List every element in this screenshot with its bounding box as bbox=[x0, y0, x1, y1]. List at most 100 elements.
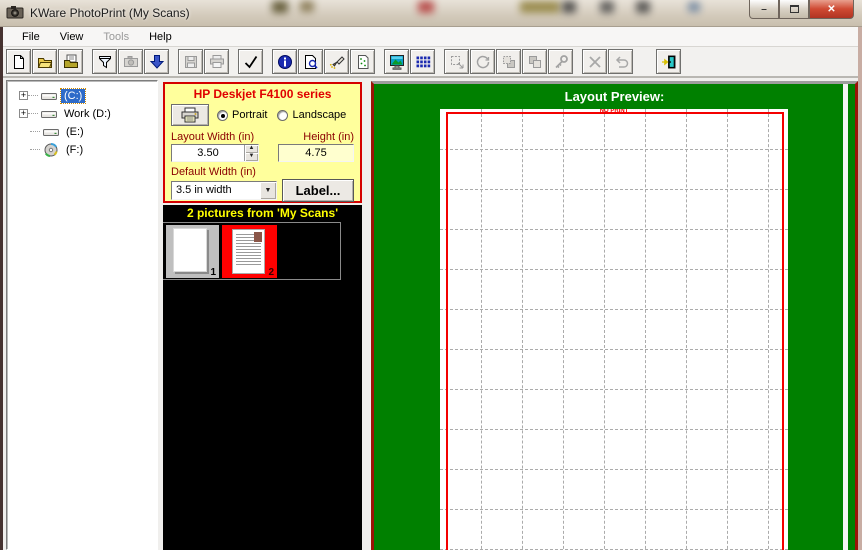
menu-item-file[interactable]: File bbox=[13, 29, 49, 45]
open-folder-icon bbox=[37, 54, 53, 70]
tree-item-f[interactable]: (F:) bbox=[7, 141, 157, 158]
tree-item-e[interactable]: (E:) bbox=[7, 123, 157, 140]
middle-column: HP Deskjet F4100 series Portrait Landsca… bbox=[163, 82, 362, 550]
preview-page-button[interactable] bbox=[298, 49, 323, 74]
maximize-button[interactable] bbox=[779, 0, 809, 19]
acquire-arrow-button[interactable] bbox=[144, 49, 169, 74]
app-camera-icon bbox=[6, 4, 24, 20]
background-window-fragment bbox=[520, 1, 560, 13]
layout-preview-panel: Layout Preview: NO PRINT bbox=[371, 81, 858, 550]
toolbar-group bbox=[272, 49, 376, 74]
printer-name: HP Deskjet F4100 series bbox=[193, 87, 332, 101]
expander-plus-icon[interactable]: + bbox=[19, 109, 28, 118]
height-label: Height (in) bbox=[303, 131, 354, 143]
thumbnail-number: 2 bbox=[268, 267, 274, 278]
toolbar bbox=[3, 47, 858, 78]
document-thumb bbox=[232, 229, 265, 274]
stepper-buttons: ▲ ▼ bbox=[244, 145, 258, 161]
printer-settings-panel: HP Deskjet F4100 series Portrait Landsca… bbox=[163, 82, 362, 203]
portrait-radio[interactable]: Portrait bbox=[217, 109, 267, 121]
monitor-button[interactable] bbox=[384, 49, 409, 74]
thumbnail-grid-icon bbox=[415, 54, 431, 70]
label-button[interactable]: Label... bbox=[282, 179, 354, 202]
send-backward-button[interactable] bbox=[522, 49, 547, 74]
resize-button[interactable] bbox=[444, 49, 469, 74]
cd-drive-icon bbox=[42, 142, 60, 157]
drive-icon bbox=[40, 89, 58, 103]
tree-connector bbox=[28, 95, 38, 96]
rotate-icon bbox=[475, 54, 491, 70]
toolbar-group bbox=[238, 49, 264, 74]
thumbnail-2-selected[interactable]: 2 bbox=[222, 225, 277, 278]
exit-door-button[interactable] bbox=[656, 49, 681, 74]
undo-button[interactable] bbox=[608, 49, 633, 74]
info-button[interactable] bbox=[272, 49, 297, 74]
print-button[interactable] bbox=[171, 104, 209, 126]
preview-page[interactable]: NO PRINT bbox=[440, 109, 788, 550]
default-width-label: Default Width (in) bbox=[171, 166, 256, 178]
checkmark-button[interactable] bbox=[238, 49, 263, 74]
tree-item-label[interactable]: (E:) bbox=[63, 125, 87, 139]
toolbar-group bbox=[656, 49, 682, 74]
new-file-icon bbox=[11, 54, 27, 70]
layout-width-stepper[interactable]: 3.50 ▲ ▼ bbox=[171, 144, 259, 162]
background-window-fragment bbox=[562, 1, 576, 13]
close-button[interactable]: ✕ bbox=[809, 0, 854, 19]
info-icon bbox=[277, 54, 293, 70]
key-button[interactable] bbox=[548, 49, 573, 74]
height-value-field: 4.75 bbox=[278, 144, 354, 162]
stepper-up-icon[interactable]: ▲ bbox=[245, 145, 258, 153]
tree-connector bbox=[30, 149, 40, 150]
delete-x-button[interactable] bbox=[582, 49, 607, 74]
thumbnail-strip: 1 2 bbox=[163, 222, 341, 280]
tree-item-label[interactable]: (C:) bbox=[59, 87, 87, 104]
exit-door-icon bbox=[661, 54, 677, 70]
orientation-radio-group: Portrait Landscape bbox=[217, 109, 346, 121]
printer-icon bbox=[181, 107, 199, 123]
thumbnail-1[interactable]: 1 bbox=[166, 225, 219, 278]
tree-item-c[interactable]: + (C:) bbox=[7, 87, 157, 104]
clean-page-icon bbox=[355, 54, 371, 70]
print-icon bbox=[209, 54, 225, 70]
menu-item-view[interactable]: View bbox=[51, 29, 93, 45]
drive-icon bbox=[40, 107, 58, 121]
airbrush-icon bbox=[329, 54, 345, 70]
open-folder-button[interactable] bbox=[32, 49, 57, 74]
tree-item-label[interactable]: (F:) bbox=[63, 143, 86, 157]
preview-page-icon bbox=[303, 54, 319, 70]
clean-page-button[interactable] bbox=[350, 49, 375, 74]
airbrush-button[interactable] bbox=[324, 49, 349, 74]
tree-item-label[interactable]: Work (D:) bbox=[61, 107, 114, 121]
window-controls: – ✕ bbox=[749, 0, 854, 19]
menu-item-help[interactable]: Help bbox=[140, 29, 181, 45]
drive-icon bbox=[42, 125, 60, 139]
camera-button[interactable] bbox=[118, 49, 143, 74]
landscape-label: Landscape bbox=[292, 109, 347, 121]
tree-item-workd[interactable]: + Work (D:) bbox=[7, 105, 157, 122]
drive-tree-panel: + (C:) + Work (D:) (E:) (F:) bbox=[6, 80, 158, 550]
page-note: NO PRINT bbox=[599, 109, 629, 114]
import-folder-button[interactable] bbox=[58, 49, 83, 74]
rotate-button[interactable] bbox=[470, 49, 495, 74]
thumbnail-grid-button[interactable] bbox=[410, 49, 435, 74]
save-button[interactable] bbox=[178, 49, 203, 74]
minimize-button[interactable]: – bbox=[749, 0, 779, 19]
document-photo bbox=[254, 232, 262, 242]
expander-plus-icon[interactable]: + bbox=[19, 91, 28, 100]
bring-forward-button[interactable] bbox=[496, 49, 521, 74]
import-folder-icon bbox=[63, 54, 79, 70]
print-button[interactable] bbox=[204, 49, 229, 74]
tree-connector bbox=[28, 113, 38, 114]
stepper-down-icon[interactable]: ▼ bbox=[245, 153, 258, 161]
maximize-glyph bbox=[789, 5, 799, 13]
new-file-button[interactable] bbox=[6, 49, 31, 74]
funnel-button[interactable] bbox=[92, 49, 117, 74]
toolbar-group bbox=[444, 49, 574, 74]
blank-page-thumb bbox=[173, 228, 207, 272]
menu-bar: File View Tools Help bbox=[3, 27, 858, 47]
default-width-select[interactable]: 3.5 in width ▼ bbox=[171, 181, 277, 200]
chevron-down-icon[interactable]: ▼ bbox=[260, 182, 276, 199]
menu-item-tools: Tools bbox=[103, 30, 130, 43]
landscape-radio[interactable]: Landscape bbox=[277, 109, 346, 121]
bring-forward-icon bbox=[501, 54, 517, 70]
